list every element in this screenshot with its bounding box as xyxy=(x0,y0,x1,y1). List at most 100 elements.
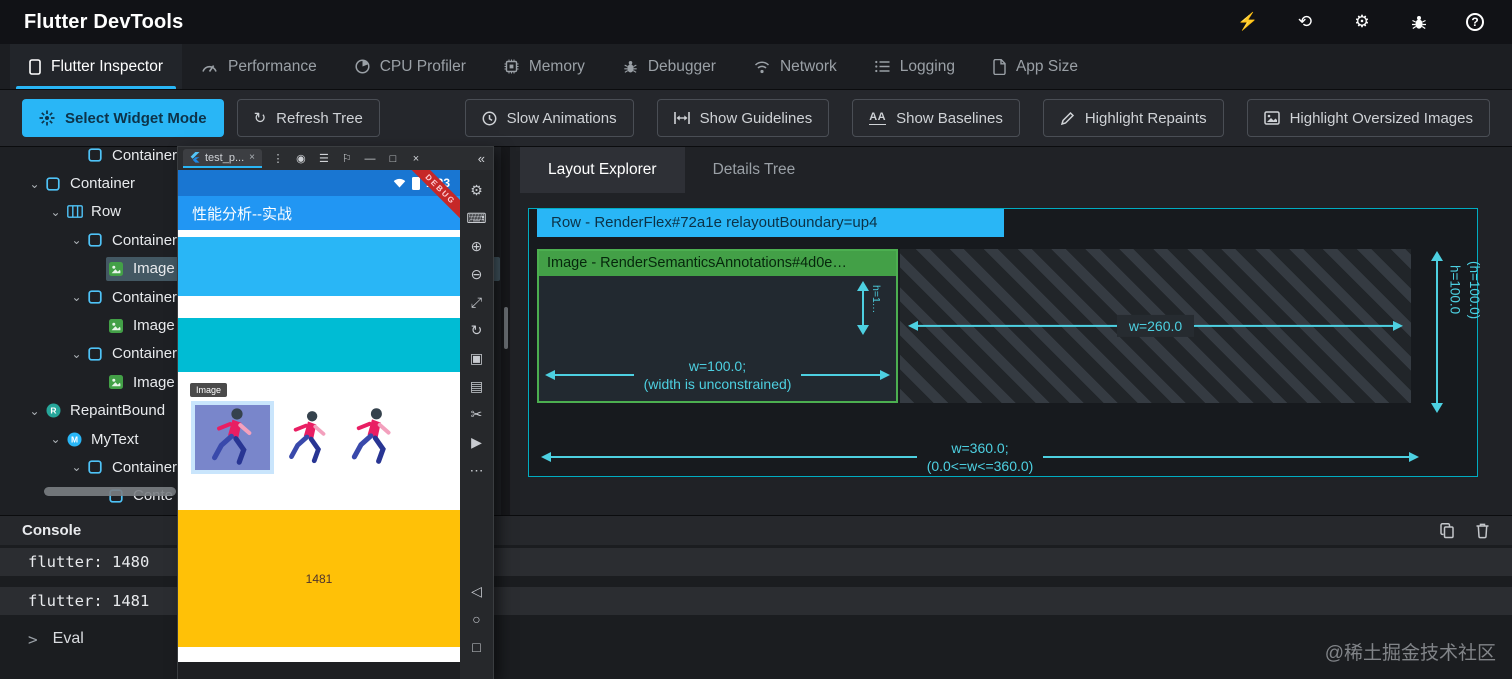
tab-app-size[interactable]: App Size xyxy=(974,44,1097,89)
eval-prompt-label: Eval xyxy=(52,630,84,647)
row-widget-icon xyxy=(67,204,84,220)
flutter-devtools-app: Flutter DevTools ⚡ ⟲ ⚙? Flutter Inspector P… xyxy=(0,0,1512,679)
settings-icon[interactable]: ⚙ xyxy=(1352,12,1372,32)
flash-icon[interactable]: ⚡ xyxy=(1237,12,1258,32)
chevron-down-icon[interactable]: ⌄ xyxy=(68,347,85,361)
panel-splitter[interactable] xyxy=(501,147,510,515)
home-icon[interactable]: ○ xyxy=(460,605,493,633)
volume-up-icon[interactable]: ⊕ xyxy=(460,232,493,260)
record-icon[interactable]: ◉ xyxy=(294,152,308,165)
device-screen[interactable]: DEBUG 1:23 性能分析--实战 Image xyxy=(178,170,460,679)
free-space-width-annotation: w=260.0 xyxy=(908,314,1404,338)
select-widget-mode-label: Select Widget Mode xyxy=(65,109,207,127)
device-settings-icon[interactable]: ⚙ xyxy=(460,176,493,204)
total-height-annotation: h=100.0 (h=100.0) xyxy=(1447,261,1483,320)
layout-visualization: Row - RenderFlex#72a1e relayoutBoundary=… xyxy=(528,208,1482,477)
menu-icon[interactable]: ☰ xyxy=(317,152,331,165)
tab-performance[interactable]: Performance xyxy=(182,44,336,89)
show-baselines-button[interactable]: AA Show Baselines xyxy=(852,99,1020,137)
more-vertical-icon[interactable]: ⋮ xyxy=(271,152,285,165)
help-icon[interactable]: ? xyxy=(1466,13,1484,31)
bug-report-icon[interactable] xyxy=(1409,12,1429,32)
runner-image-1[interactable] xyxy=(195,405,270,470)
image-height-annotation: h=1… xyxy=(870,285,882,314)
close-icon[interactable]: × xyxy=(409,153,423,165)
select-widget-mode-icon xyxy=(39,110,55,126)
tab-cpu-profiler[interactable]: CPU Profiler xyxy=(336,44,485,89)
rotate-icon[interactable]: ↻ xyxy=(460,316,493,344)
pin-icon[interactable]: ⚐ xyxy=(340,152,354,165)
tree-node-label: Container xyxy=(112,147,178,164)
tab-memory[interactable]: Memory xyxy=(485,44,604,89)
image-widget-chip[interactable]: Image - RenderSemanticsAnnotations#4d0e… xyxy=(539,251,896,276)
tree-horizontal-scrollbar[interactable] xyxy=(44,487,176,496)
tree-node-label: Row xyxy=(91,203,122,221)
container-widget-icon xyxy=(88,346,105,362)
overview-icon[interactable]: □ xyxy=(460,633,493,661)
tab-flutter-inspector[interactable]: Flutter Inspector xyxy=(10,44,182,89)
emulator-titlebar: test_p... × ⋮ ◉ ☰ ⚐ — □ × « xyxy=(178,147,493,170)
row-widget-chip[interactable]: Row - RenderFlex#72a1e relayoutBoundary=… xyxy=(537,209,1004,237)
select-widget-mode-button[interactable]: Select Widget Mode xyxy=(22,99,224,137)
image-widget-icon xyxy=(109,318,126,334)
layout-panel-tabs: Layout Explorer Details Tree xyxy=(510,147,1512,193)
splitter-grip[interactable] xyxy=(504,307,508,349)
image-widget-icon xyxy=(109,374,126,390)
chevron-down-icon[interactable]: ⌄ xyxy=(47,432,64,446)
snip-icon[interactable]: ✂ xyxy=(460,400,493,428)
tree-node-label: Image xyxy=(133,260,175,278)
image-widget-box[interactable]: Image - RenderSemanticsAnnotations#4d0e…… xyxy=(537,249,898,403)
maximize-icon[interactable]: □ xyxy=(386,153,400,165)
tab-network[interactable]: Network xyxy=(735,44,856,89)
tab-details-tree[interactable]: Details Tree xyxy=(685,147,824,193)
history-icon[interactable]: ⟲ xyxy=(1295,12,1315,32)
show-guidelines-label: Show Guidelines xyxy=(699,109,813,127)
collapse-panel-icon[interactable]: « xyxy=(478,151,488,166)
chevron-down-icon[interactable]: ⌄ xyxy=(68,460,85,474)
emulator-device-tab[interactable]: test_p... × xyxy=(183,149,262,168)
keyboard-icon[interactable]: ⌨ xyxy=(460,204,493,232)
slow-animations-label: Slow Animations xyxy=(506,109,617,127)
refresh-tree-button[interactable]: ↻ Refresh Tree xyxy=(236,99,380,137)
appsize-tab-icon xyxy=(993,58,1006,75)
screenshot-icon[interactable]: ▣ xyxy=(460,344,493,372)
chevron-down-icon[interactable]: ⌄ xyxy=(47,205,64,219)
network-tab-icon xyxy=(754,60,770,74)
tab-debugger[interactable]: Debugger xyxy=(604,44,735,89)
tree-node-label: Container xyxy=(112,231,178,249)
runner-image-2[interactable] xyxy=(284,408,332,468)
chevron-down-icon[interactable]: ⌄ xyxy=(26,404,43,418)
yellow-counter-block[interactable]: 1481 xyxy=(178,510,460,647)
more-icon[interactable]: ⋯ xyxy=(460,456,493,484)
record-video-icon[interactable]: ▶ xyxy=(460,428,493,456)
highlight-oversized-images-button[interactable]: Highlight Oversized Images xyxy=(1246,99,1490,137)
slow-animations-button[interactable]: Slow Animations xyxy=(464,99,634,137)
close-device-tab-icon[interactable]: × xyxy=(249,152,255,163)
tab-layout-explorer[interactable]: Layout Explorer xyxy=(520,147,685,193)
copy-icon[interactable] xyxy=(1439,522,1455,539)
app-title: Flutter DevTools xyxy=(24,10,184,33)
inspector-image-tooltip: Image xyxy=(190,383,228,397)
layout-panel: Layout Explorer Details Tree Row - Rende… xyxy=(510,147,1512,515)
runner-image-3[interactable] xyxy=(344,405,400,469)
tab-label: CPU Profiler xyxy=(379,57,466,75)
chevron-down-icon[interactable]: ⌄ xyxy=(68,290,85,304)
back-icon[interactable]: ◁ xyxy=(460,577,493,605)
cyan-container-block[interactable] xyxy=(178,318,460,372)
fullscreen-icon[interactable]: ⤢ xyxy=(460,288,493,316)
chevron-down-icon[interactable]: ⌄ xyxy=(68,233,85,247)
volume-down-icon[interactable]: ⊖ xyxy=(460,260,493,288)
wifi-icon xyxy=(393,178,406,188)
battery-icon xyxy=(411,176,420,190)
cpu-tab-icon xyxy=(355,59,370,74)
tab-logging[interactable]: Logging xyxy=(856,44,974,89)
minimize-icon[interactable]: — xyxy=(363,153,377,165)
chevron-down-icon[interactable]: ⌄ xyxy=(26,177,43,191)
gallery-icon[interactable]: ▤ xyxy=(460,372,493,400)
highlight-repaints-button[interactable]: Highlight Repaints xyxy=(1042,99,1224,137)
container-widget-icon xyxy=(46,176,63,192)
show-baselines-label: Show Baselines xyxy=(896,109,1003,127)
clear-console-icon[interactable] xyxy=(1475,522,1490,539)
show-guidelines-button[interactable]: Show Guidelines xyxy=(656,99,830,137)
blue-container-block[interactable] xyxy=(178,237,460,296)
